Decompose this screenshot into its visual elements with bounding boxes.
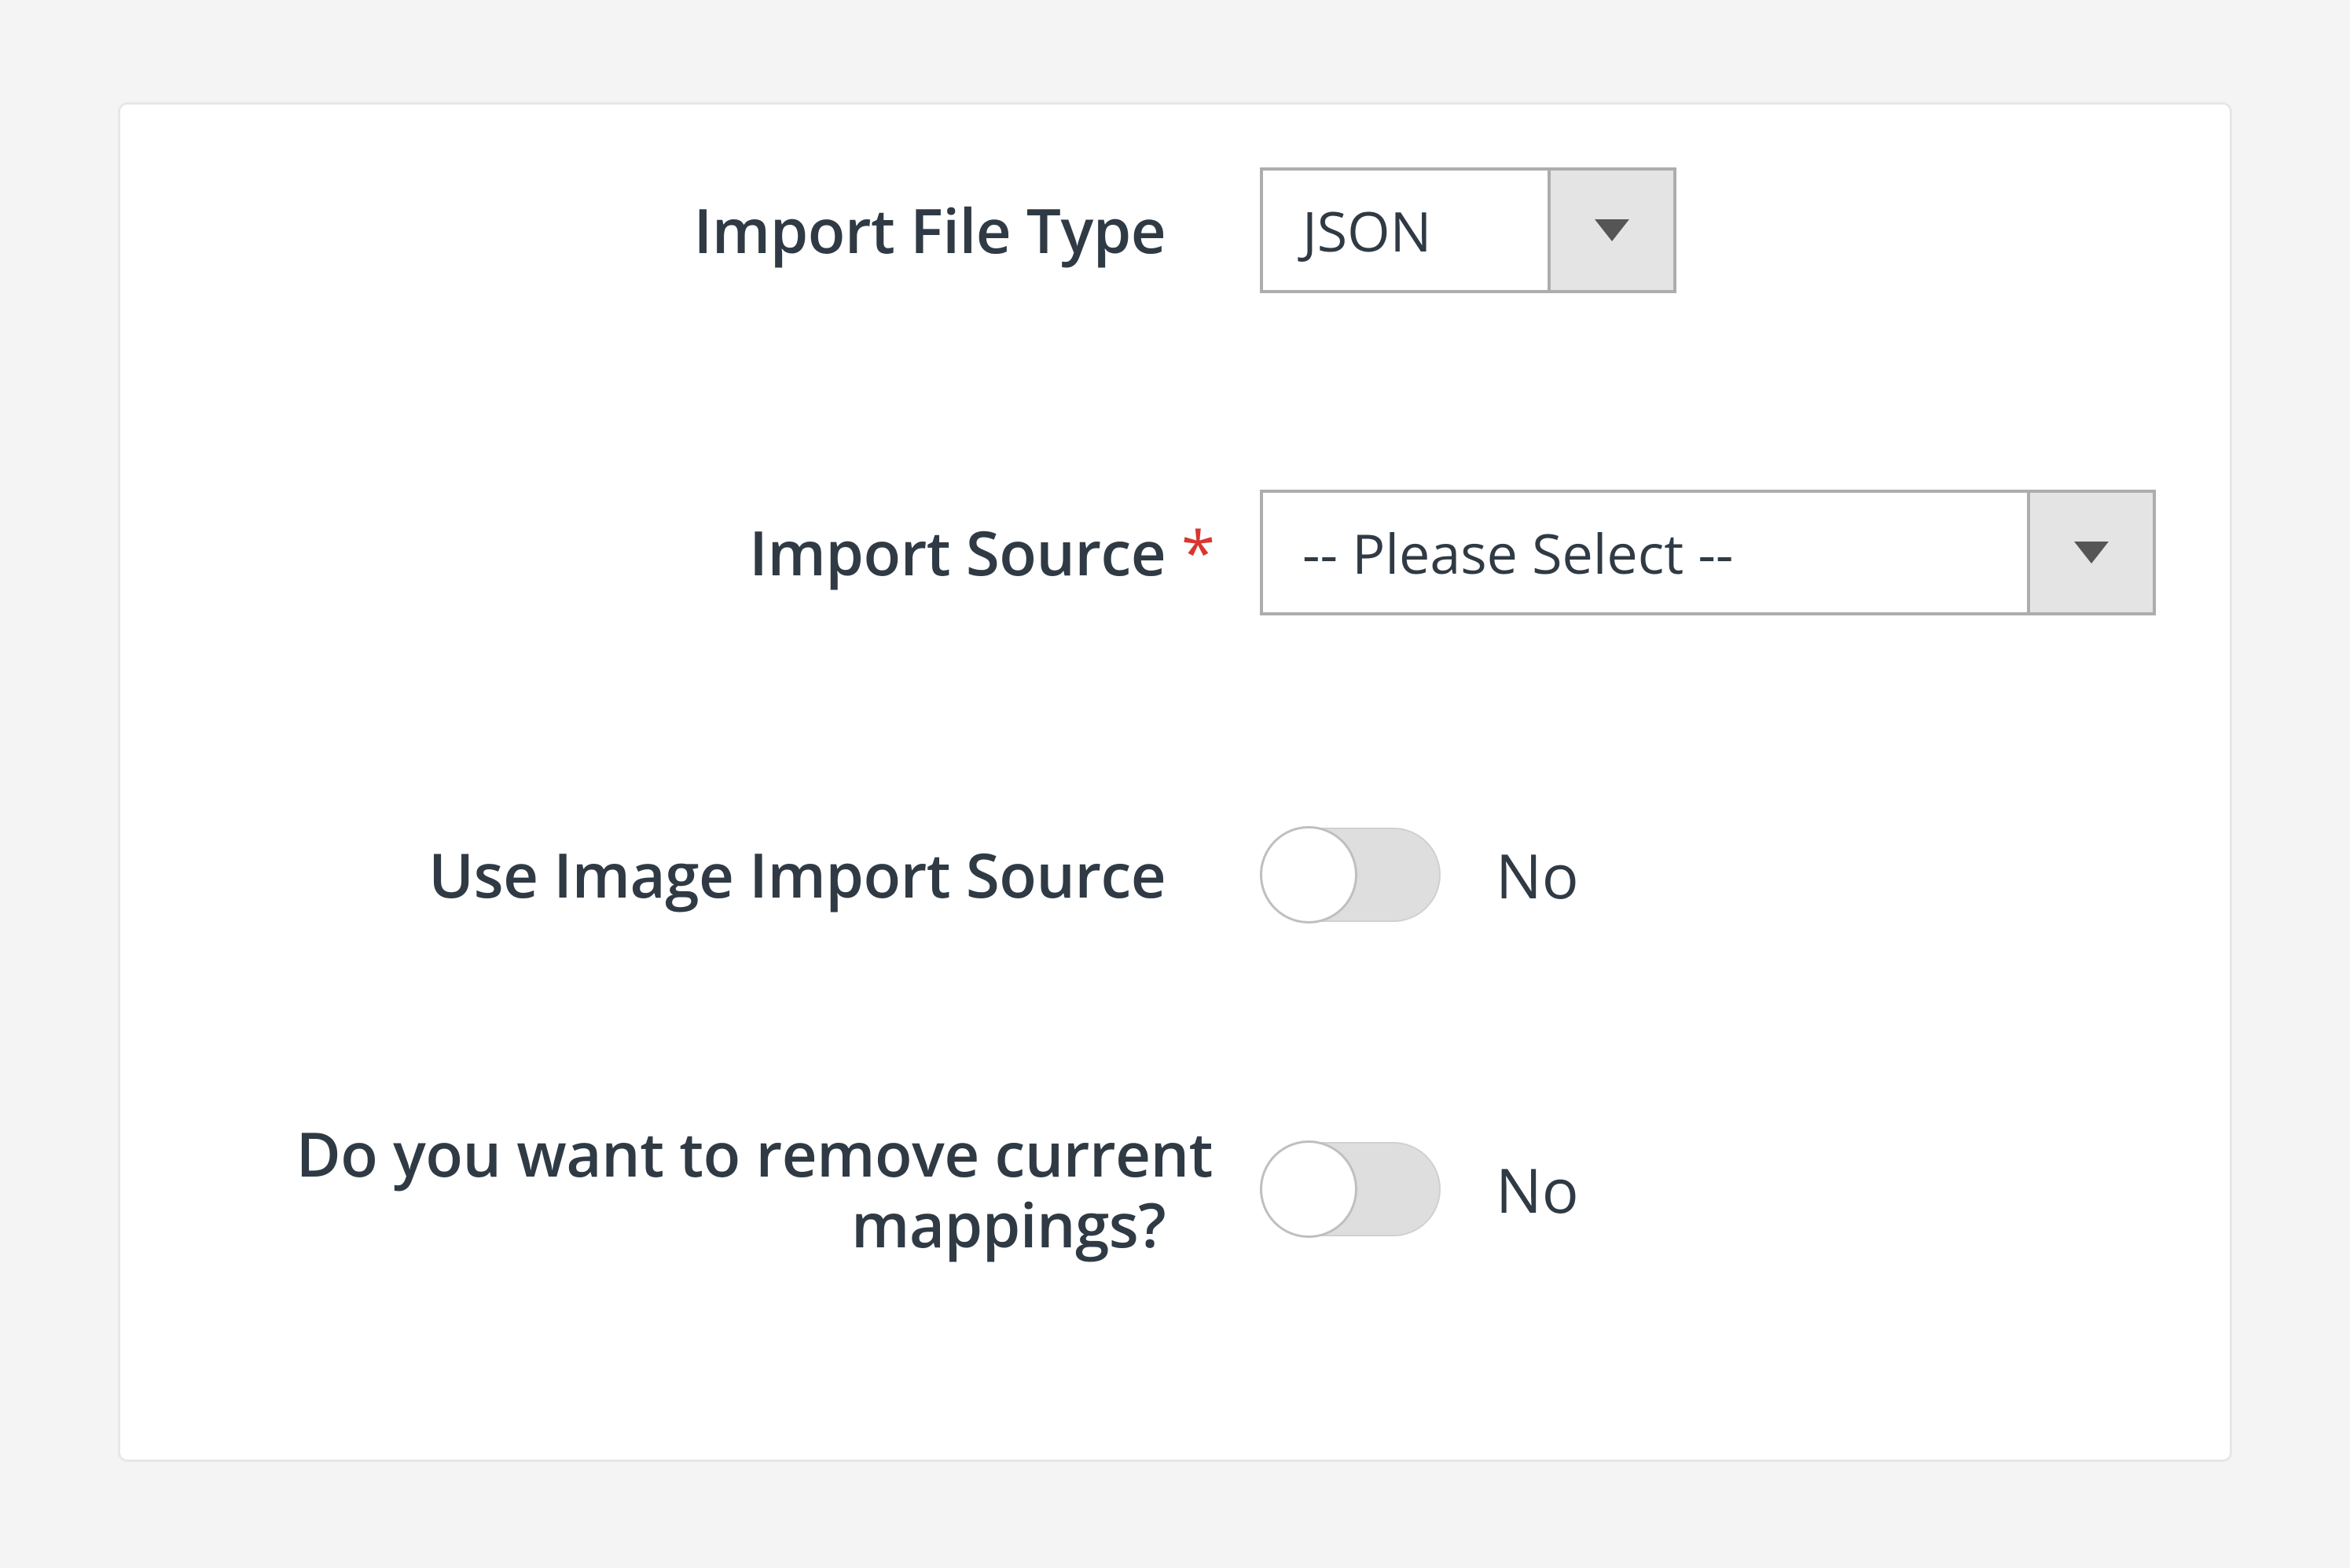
label-text: Import File Type (694, 188, 1166, 271)
chevron-down-icon (2074, 542, 2109, 564)
label-remove-mappings: Do you want to remove current mappings? (120, 1118, 1260, 1259)
field-row-remove-mappings: Do you want to remove current mappings? … (120, 1118, 2230, 1259)
required-mark: * (1181, 517, 1213, 588)
field-row-import-file-type: Import File Type JSON (120, 167, 2230, 293)
toggle-value-label: No (1496, 833, 1579, 916)
label-text: Do you want to remove current mappings? (296, 1111, 1213, 1265)
toggle-use-image-import-source[interactable] (1260, 828, 1441, 922)
select-value: JSON (1263, 171, 1548, 290)
label-use-image-import-source: Use Image Import Source (120, 839, 1260, 910)
field-row-import-source: Import Source * -- Please Select -- (120, 490, 2230, 615)
select-value: -- Please Select -- (1263, 493, 2027, 612)
dropdown-arrow-box (2027, 493, 2153, 612)
field-row-use-image-import-source: Use Image Import Source No (120, 828, 2230, 922)
label-text: Import Source (749, 510, 1166, 593)
chevron-down-icon (1595, 219, 1629, 241)
toggle-knob (1260, 1140, 1357, 1238)
toggle-value-label: No (1496, 1148, 1579, 1231)
select-import-source[interactable]: -- Please Select -- (1260, 490, 2156, 615)
select-import-file-type[interactable]: JSON (1260, 167, 1676, 293)
import-settings-panel: Import File Type JSON Import Source * --… (118, 102, 2232, 1462)
toggle-remove-mappings[interactable] (1260, 1142, 1441, 1236)
label-import-source: Import Source * (120, 517, 1260, 588)
dropdown-arrow-box (1548, 171, 1673, 290)
toggle-knob (1260, 826, 1357, 924)
label-text: Use Image Import Source (428, 832, 1166, 916)
label-import-file-type: Import File Type (120, 195, 1260, 266)
